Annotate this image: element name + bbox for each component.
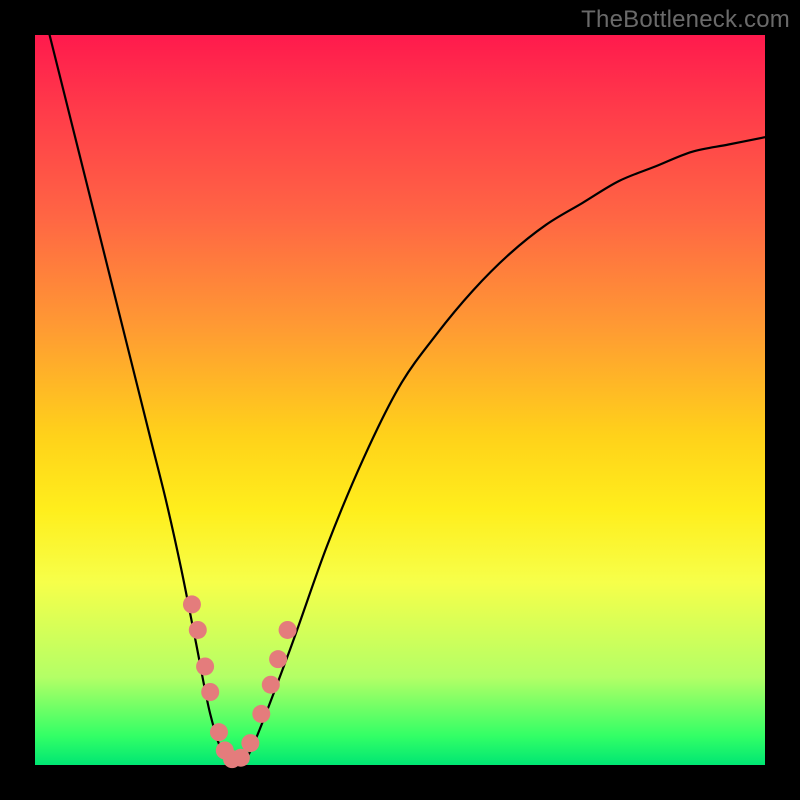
curve-marker xyxy=(183,595,201,613)
curve-marker xyxy=(269,650,287,668)
plot-area xyxy=(35,35,765,765)
chart-frame: TheBottleneck.com xyxy=(0,0,800,800)
curve-layer xyxy=(35,35,765,765)
curve-marker xyxy=(210,723,228,741)
curve-marker xyxy=(189,621,207,639)
curve-marker xyxy=(196,657,214,675)
curve-marker xyxy=(201,683,219,701)
curve-markers xyxy=(183,595,297,768)
watermark-text: TheBottleneck.com xyxy=(581,6,790,34)
bottleneck-curve xyxy=(50,35,765,766)
curve-marker xyxy=(262,676,280,694)
curve-marker xyxy=(279,621,297,639)
curve-marker xyxy=(252,705,270,723)
curve-marker xyxy=(241,734,259,752)
